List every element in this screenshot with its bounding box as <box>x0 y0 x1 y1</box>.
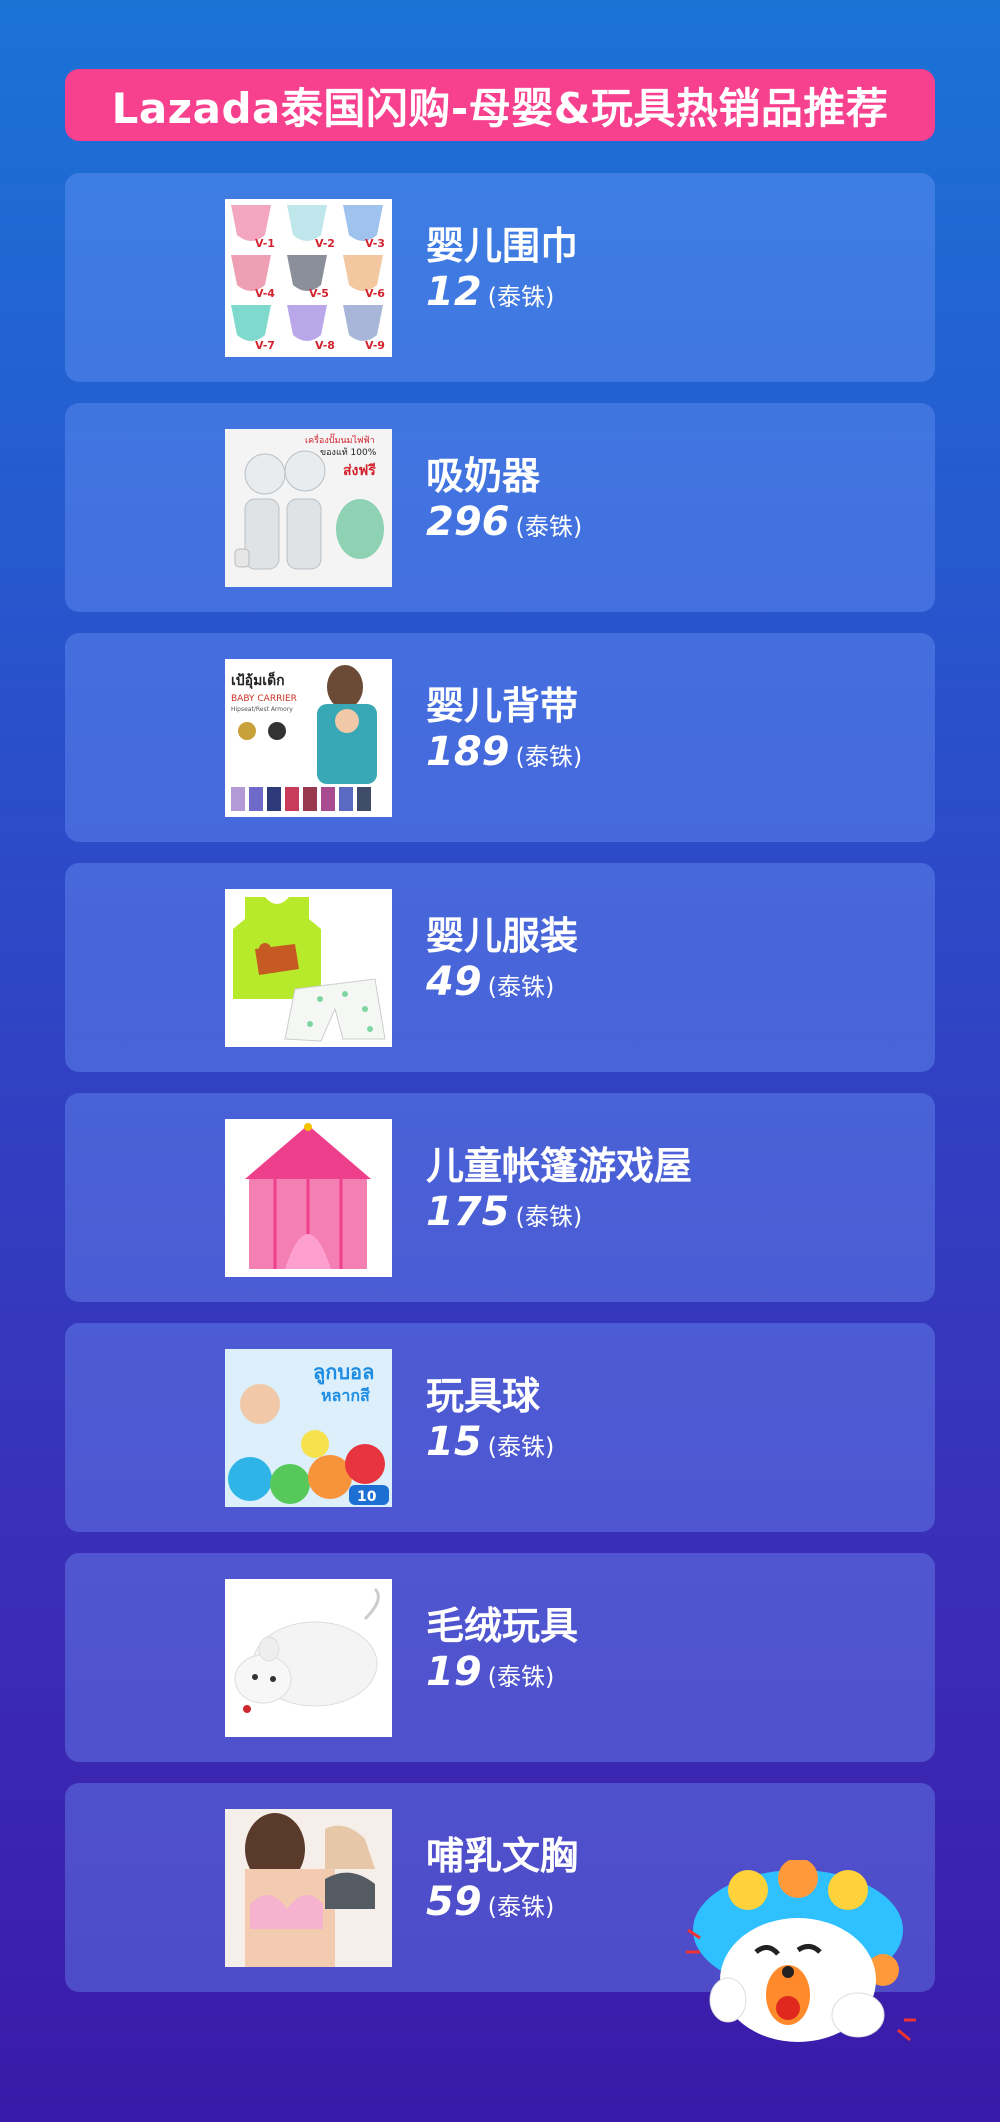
bib-label: V-6 <box>365 287 385 300</box>
ball-thai-text: ลูกบอล <box>313 1360 374 1386</box>
bib-label: V-5 <box>309 287 329 300</box>
product-list: V-1 V-2 V-3 V-4 V-5 V-6 V-7 V-8 V-9 婴儿围巾… <box>65 173 935 2013</box>
product-name: 毛绒玩具 <box>426 1604 579 1648</box>
bib-label: V-2 <box>315 237 335 250</box>
pump-mid-text: ของแท้ 100% <box>320 447 377 458</box>
product-price: 19 <box>426 1649 482 1695</box>
product-image-breast-pump: เครื่องปั๊มนมไฟฟ้า ของแท้ 100% ส่งฟรี <box>225 429 392 587</box>
price-row: 49 (泰铢) <box>426 959 554 1005</box>
product-card-plush-toy[interactable]: 毛绒玩具 19 (泰铢) <box>65 1553 935 1762</box>
carrier-en-text: BABY CARRIER <box>231 694 297 704</box>
product-name: 儿童帐篷游戏屋 <box>426 1144 693 1188</box>
lazada-mascot-image <box>678 1858 918 2050</box>
product-card-breast-pump[interactable]: เครื่องปั๊มนมไฟฟ้า ของแท้ 100% ส่งฟรี 吸奶… <box>65 403 935 612</box>
carrier-thai-text: เป้อุ้มเด็ก <box>231 671 285 689</box>
product-price: 189 <box>426 729 510 775</box>
price-row: 296 (泰铢) <box>426 499 582 545</box>
bib-label: V-3 <box>365 237 385 250</box>
price-row: 19 (泰铢) <box>426 1649 554 1695</box>
price-row: 175 (泰铢) <box>426 1189 582 1235</box>
carrier-sub-text: Hipseat/Rest Armory <box>231 706 293 713</box>
product-image-plush-toy <box>225 1579 392 1737</box>
bib-label: V-4 <box>255 287 275 300</box>
price-unit: (泰铢) <box>487 1663 555 1691</box>
ball-thai-text-2: หลากสี <box>321 1386 370 1405</box>
page-title: Lazada泰国闪购-母婴&玩具热销品推荐 <box>65 69 935 141</box>
product-price: 59 <box>426 1879 482 1925</box>
price-row: 12 (泰铢) <box>426 269 554 315</box>
price-unit: (泰铢) <box>515 743 583 771</box>
ball-count-text: 10 <box>357 1489 377 1505</box>
product-name: 婴儿服装 <box>426 914 579 958</box>
price-unit: (泰铢) <box>487 1433 555 1461</box>
product-card-baby-clothing[interactable]: 婴儿服装 49 (泰铢) <box>65 863 935 1072</box>
bib-label: V-8 <box>315 339 335 352</box>
product-image-baby-carrier: เป้อุ้มเด็ก BABY CARRIER Hipseat/Rest Ar… <box>225 659 392 817</box>
product-image-play-tent <box>225 1119 392 1277</box>
product-image-bib: V-1 V-2 V-3 V-4 V-5 V-6 V-7 V-8 V-9 <box>225 199 392 357</box>
product-name: 哺乳文胸 <box>426 1834 579 1878</box>
product-card-toy-balls[interactable]: ลูกบอล หลากสี 10 玩具球 15 (泰铢) <box>65 1323 935 1532</box>
product-card-baby-carrier[interactable]: เป้อุ้มเด็ก BABY CARRIER Hipseat/Rest Ar… <box>65 633 935 842</box>
product-price: 15 <box>426 1419 482 1465</box>
product-image-nursing-bra <box>225 1809 392 1967</box>
product-name: 玩具球 <box>426 1374 541 1418</box>
price-unit: (泰铢) <box>487 1893 555 1921</box>
price-unit: (泰铢) <box>515 1203 583 1231</box>
price-row: 59 (泰铢) <box>426 1879 554 1925</box>
product-card-bib[interactable]: V-1 V-2 V-3 V-4 V-5 V-6 V-7 V-8 V-9 婴儿围巾… <box>65 173 935 382</box>
price-unit: (泰铢) <box>487 973 555 1001</box>
product-price: 49 <box>426 959 482 1005</box>
pump-free-text: ส่งฟรี <box>343 463 376 479</box>
product-price: 12 <box>426 269 482 315</box>
product-image-baby-clothing <box>225 889 392 1047</box>
product-price: 175 <box>426 1189 510 1235</box>
product-name: 婴儿围巾 <box>426 224 579 268</box>
product-image-toy-balls: ลูกบอล หลากสี 10 <box>225 1349 392 1507</box>
product-name: 吸奶器 <box>426 454 541 498</box>
bib-label: V-9 <box>365 339 385 352</box>
price-row: 189 (泰铢) <box>426 729 582 775</box>
bib-label: V-1 <box>255 237 275 250</box>
product-price: 296 <box>426 499 510 545</box>
price-unit: (泰铢) <box>515 513 583 541</box>
price-row: 15 (泰铢) <box>426 1419 554 1465</box>
price-unit: (泰铢) <box>487 283 555 311</box>
bib-label: V-7 <box>255 339 275 352</box>
product-card-play-tent[interactable]: 儿童帐篷游戏屋 175 (泰铢) <box>65 1093 935 1302</box>
product-name: 婴儿背带 <box>426 684 579 728</box>
